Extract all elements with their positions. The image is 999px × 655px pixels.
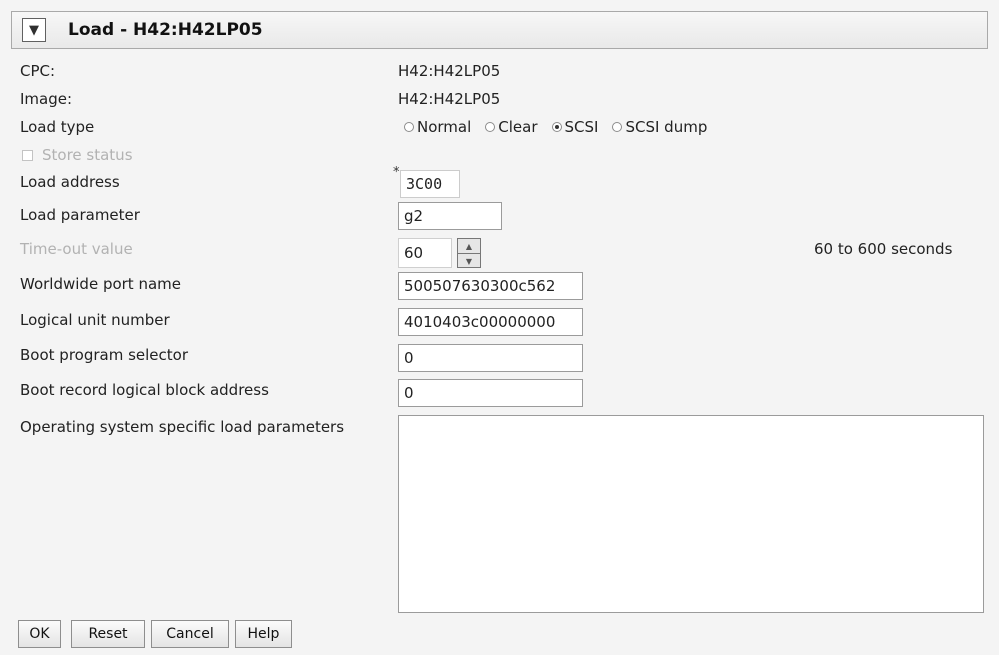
- cpc-label: CPC:: [20, 62, 56, 80]
- boot-program-selector-label: Boot program selector: [20, 346, 189, 364]
- load-parameter-input[interactable]: g2: [398, 202, 502, 230]
- radio-normal-label: Normal: [417, 118, 472, 136]
- boot-program-selector-input[interactable]: 0: [398, 344, 583, 372]
- radio-normal[interactable]: Normal: [404, 118, 471, 136]
- store-status-label: Store status: [42, 146, 133, 164]
- spin-down-icon[interactable]: ▼: [458, 254, 480, 268]
- image-value: H42:H42LP05: [398, 90, 501, 108]
- spin-up-icon[interactable]: ▲: [458, 239, 480, 254]
- required-marker: *: [393, 165, 400, 180]
- load-address-label: Load address: [20, 173, 120, 191]
- dialog-title-bar: ▼ Load - H42:H42LP05: [11, 11, 988, 49]
- boot-record-lba-label: Boot record logical block address: [20, 381, 269, 399]
- cpc-value: H42:H42LP05: [398, 62, 501, 80]
- lun-input[interactable]: 4010403c00000000: [398, 308, 583, 336]
- radio-scsi[interactable]: SCSI: [551, 118, 599, 136]
- load-address-input[interactable]: 3C00: [400, 170, 460, 198]
- radio-scsi-dump[interactable]: SCSI dump: [612, 118, 707, 136]
- radio-scsi-dump-label: SCSI dump: [625, 118, 708, 136]
- os-load-params-label: Operating system specific load parameter…: [20, 418, 345, 436]
- lun-label: Logical unit number: [20, 311, 170, 329]
- ok-button[interactable]: OK: [18, 620, 61, 648]
- timeout-spinner[interactable]: ▲ ▼: [457, 238, 481, 268]
- timeout-label: Time-out value: [20, 240, 133, 258]
- radio-circle-icon: [485, 122, 496, 132]
- boot-record-lba-input[interactable]: 0: [398, 379, 583, 407]
- radio-selected-icon: [551, 122, 562, 132]
- wwpn-label: Worldwide port name: [20, 275, 181, 293]
- dialog-title: Load - H42:H42LP05: [68, 20, 263, 40]
- reset-button[interactable]: Reset: [71, 620, 145, 648]
- radio-circle-icon: [404, 122, 414, 132]
- timeout-hint: 60 to 600 seconds: [814, 240, 953, 258]
- timeout-input[interactable]: 60: [398, 238, 452, 268]
- wwpn-input[interactable]: 500507630300c562: [398, 272, 583, 300]
- os-load-params-textarea[interactable]: [398, 415, 984, 613]
- radio-clear-label: Clear: [498, 118, 538, 136]
- load-type-label: Load type: [20, 118, 95, 136]
- image-label: Image:: [20, 90, 73, 108]
- radio-circle-icon: [612, 122, 623, 132]
- help-button[interactable]: Help: [235, 620, 292, 648]
- cancel-button[interactable]: Cancel: [151, 620, 229, 648]
- store-status-checkbox[interactable]: [22, 150, 33, 161]
- load-parameter-label: Load parameter: [20, 206, 140, 224]
- radio-clear[interactable]: Clear: [485, 118, 538, 136]
- load-type-radio-group: Normal Clear SCSI SCSI dump: [404, 118, 721, 136]
- collapse-arrow-icon[interactable]: ▼: [22, 18, 46, 42]
- radio-scsi-label: SCSI: [564, 118, 599, 136]
